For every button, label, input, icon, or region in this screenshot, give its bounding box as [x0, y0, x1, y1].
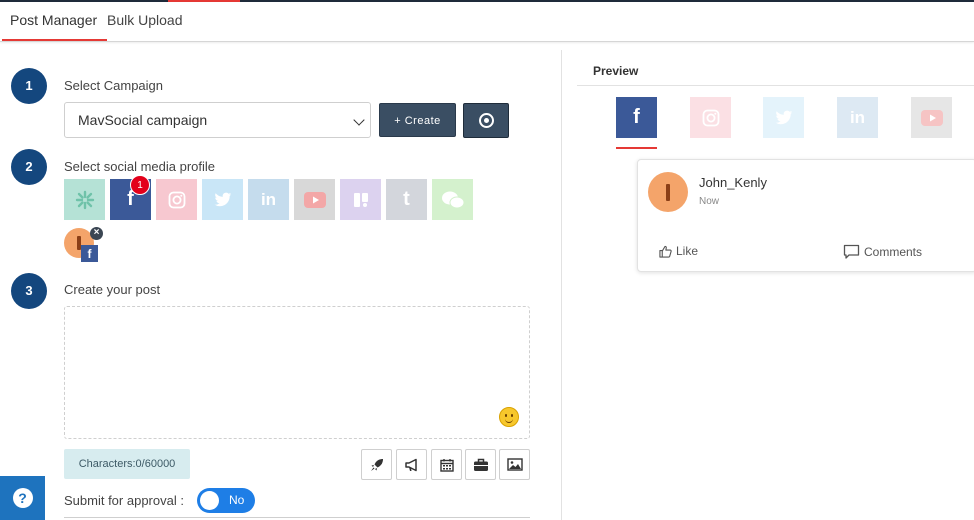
instagram-icon — [702, 109, 719, 126]
instagram-icon — [168, 191, 185, 208]
profile-instagram[interactable] — [156, 179, 197, 220]
media-button[interactable] — [499, 449, 530, 480]
campaign-select[interactable]: MavSocial campaign — [64, 102, 371, 138]
create-campaign-button[interactable]: + Create — [379, 103, 456, 137]
twitter-icon — [775, 110, 792, 124]
facebook-icon: f — [633, 106, 640, 128]
preview-tab-twitter[interactable] — [763, 97, 804, 138]
step-2-label: Select social media profile — [64, 159, 216, 174]
youtube-icon — [920, 109, 943, 126]
wechat-icon — [441, 191, 464, 208]
portfolio-button[interactable] — [465, 449, 496, 480]
preview-tab-linkedin[interactable]: in — [837, 97, 878, 138]
like-button[interactable]: Like — [659, 244, 698, 258]
profile-youtube[interactable] — [294, 179, 335, 220]
schedule-button[interactable] — [431, 449, 462, 480]
thumbs-up-icon — [659, 245, 672, 258]
linkedin-icon: in — [849, 107, 866, 127]
briefcase-icon — [473, 458, 488, 471]
youtube-icon — [303, 191, 326, 208]
target-button[interactable] — [463, 103, 509, 138]
facebook-profile-count-badge: 1 — [130, 175, 150, 195]
target-icon — [479, 113, 494, 128]
rocket-icon — [370, 458, 383, 471]
submit-approval-label: Submit for approval : — [64, 493, 184, 508]
preview-title: Preview — [593, 64, 639, 78]
comments-label: Comments — [864, 245, 923, 259]
preview-tab-facebook[interactable]: f — [616, 97, 657, 138]
hootsuite-icon — [75, 190, 94, 209]
megaphone-icon — [404, 458, 417, 471]
profile-tumblr[interactable]: t — [386, 179, 427, 220]
approval-toggle[interactable]: No — [197, 488, 255, 513]
profile-google-my-business[interactable] — [340, 179, 381, 220]
boost-button[interactable] — [361, 449, 392, 480]
comment-icon — [843, 244, 860, 259]
step-3-label: Create your post — [64, 282, 161, 297]
like-label: Like — [676, 244, 699, 258]
calendar-icon — [439, 458, 454, 472]
step-3-number: 3 — [11, 273, 47, 309]
approval-toggle-label: No — [229, 493, 245, 507]
help-button[interactable]: ? — [0, 476, 45, 520]
announce-button[interactable] — [396, 449, 427, 480]
preview-tab-active-indicator — [616, 147, 657, 149]
character-counter: Characters:0/60000 — [64, 449, 190, 479]
image-icon — [506, 458, 523, 471]
google-my-business-icon — [353, 192, 368, 207]
tab-bulk-upload[interactable]: Bulk Upload — [107, 2, 183, 41]
panel-divider — [561, 50, 562, 520]
twitter-icon — [214, 192, 231, 206]
preview-tab-instagram[interactable] — [690, 97, 731, 138]
profile-linkedin[interactable]: in — [248, 179, 289, 220]
avatar — [648, 172, 688, 212]
avatar-initial-mark — [666, 184, 670, 201]
step-2-number: 2 — [11, 149, 47, 185]
preview-timestamp: Now — [699, 196, 720, 207]
preview-header-divider — [577, 85, 974, 86]
campaign-select-value: MavSocial campaign — [78, 112, 208, 128]
main-tabs: Post Manager Bulk Upload — [0, 2, 974, 42]
profile-twitter[interactable] — [202, 179, 243, 220]
selected-profile-avatar[interactable]: × f — [64, 227, 103, 262]
preview-user-name: John_Kenly — [699, 175, 767, 190]
tumblr-icon: t — [403, 188, 410, 210]
help-icon: ? — [12, 488, 33, 508]
facebook-icon: f — [81, 245, 98, 262]
comments-button[interactable]: Comments — [843, 244, 922, 260]
profile-hootsuite[interactable] — [64, 179, 105, 220]
toggle-knob — [200, 491, 219, 510]
profile-wechat[interactable] — [432, 179, 473, 220]
tab-post-manager[interactable]: Post Manager — [1, 2, 108, 41]
emoji-icon[interactable] — [499, 407, 519, 427]
post-textarea[interactable] — [64, 306, 530, 439]
preview-tab-youtube[interactable] — [911, 97, 952, 138]
step-1-number: 1 — [11, 68, 47, 104]
linkedin-icon: in — [260, 189, 277, 209]
close-icon[interactable]: × — [90, 227, 103, 240]
step-1-label: Select Campaign — [64, 78, 163, 93]
post-preview-card: John_Kenly Now Like Comments — [637, 159, 974, 272]
chevron-down-icon — [353, 114, 365, 126]
